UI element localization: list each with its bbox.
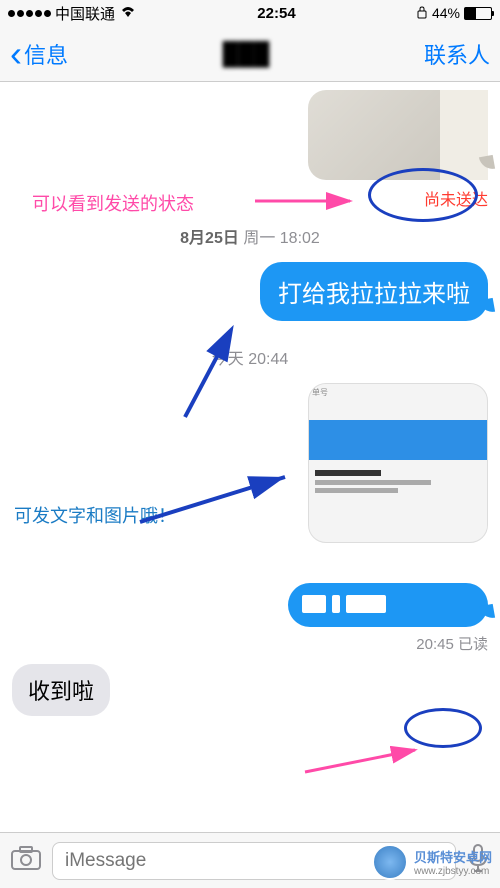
timestamp-1: 8月25日 周一 18:02 [12,224,488,248]
sent-text-bubble[interactable]: 打给我拉拉拉来啦 [260,262,488,321]
messages-scroll[interactable]: 尚未送达 8月25日 周一 18:02 打给我拉拉拉来啦 今天 20:44 单号… [0,82,500,832]
watermark: 贝斯特安卓网 www.zjbstyy.com [372,844,492,880]
watermark-url: www.zjbstyy.com [414,866,492,877]
sent-image-bubble[interactable] [308,90,488,180]
arrow-blue-icon-1 [170,322,270,432]
conversation-title[interactable]: ███ [223,41,270,67]
lock-icon [416,5,428,22]
wifi-icon [119,4,137,22]
read-receipt: 20:45 已读 [12,633,488,654]
carrier-label: 中国联通 [55,3,115,24]
contact-button[interactable]: 联系人 [424,38,490,70]
status-right: 44% [416,5,492,22]
sent-text-bubble-blurred[interactable] [288,583,488,627]
arrow-pink-icon [250,187,360,217]
battery-pct: 44% [432,5,460,21]
nav-bar: ‹ 信息 ███ 联系人 [0,26,500,82]
sent-screenshot-bubble[interactable]: 单号 [308,383,488,543]
received-text-bubble[interactable]: 收到啦 [12,664,110,716]
watermark-logo-icon [372,844,408,880]
back-button[interactable]: ‹ 信息 [10,36,68,72]
signal-icon [8,10,51,17]
circle-annotation-status [368,168,478,222]
arrow-pink-icon-2 [300,742,430,782]
annotation-label-status: 可以看到发送的状态 [32,190,194,216]
back-label: 信息 [24,38,68,70]
chevron-left-icon: ‹ [10,36,22,72]
camera-icon[interactable] [10,845,42,876]
image-content-placeholder [440,90,488,180]
status-left: 中国联通 [8,3,137,24]
battery-icon [464,7,492,20]
status-bar: 中国联通 22:54 44% [0,0,500,26]
status-time: 22:54 [257,5,295,22]
watermark-name: 贝斯特安卓网 [414,847,492,866]
arrow-blue-icon-2 [130,462,300,542]
